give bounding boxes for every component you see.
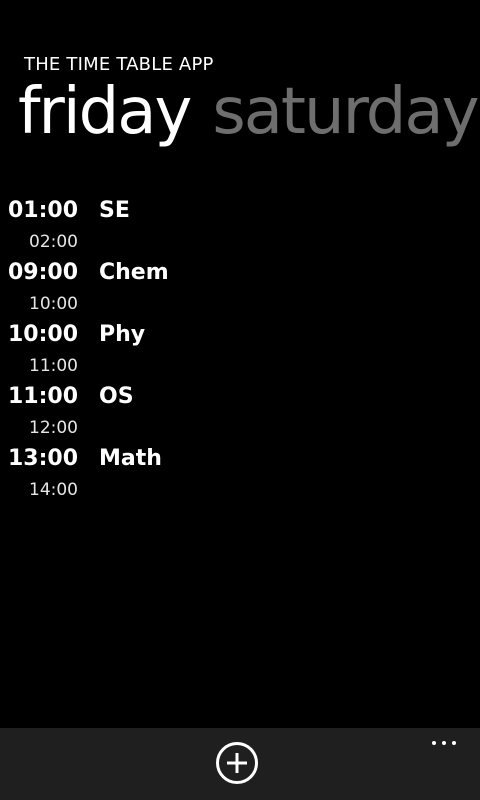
add-button[interactable] — [216, 742, 258, 784]
end-time: 10:00 — [29, 294, 78, 314]
schedule-entry[interactable]: 01:00 SE 02:00 — [0, 196, 480, 258]
subject-name: Phy — [99, 322, 146, 347]
app-bar — [0, 728, 480, 800]
ellipsis-icon — [452, 741, 456, 745]
schedule-list: 01:00 SE 02:00 09:00 Chem 10:00 10:00 Ph… — [0, 196, 480, 506]
end-time: 14:00 — [29, 480, 78, 500]
end-time: 02:00 — [29, 232, 78, 252]
start-time: 11:00 — [7, 384, 78, 409]
start-time: 09:00 — [7, 260, 78, 285]
pivot-headers: friday saturday — [18, 80, 480, 170]
schedule-entry[interactable]: 11:00 OS 12:00 — [0, 382, 480, 444]
schedule-entry[interactable]: 09:00 Chem 10:00 — [0, 258, 480, 320]
start-time: 01:00 — [7, 198, 78, 223]
subject-name: OS — [99, 384, 134, 409]
end-time: 12:00 — [29, 418, 78, 438]
pivot-tab-saturday[interactable]: saturday — [212, 80, 479, 144]
schedule-entry[interactable]: 10:00 Phy 11:00 — [0, 320, 480, 382]
schedule-entry[interactable]: 13:00 Math 14:00 — [0, 444, 480, 506]
more-button[interactable] — [428, 734, 460, 754]
subject-name: Math — [99, 446, 162, 471]
start-time: 13:00 — [7, 446, 78, 471]
start-time: 10:00 — [7, 322, 78, 347]
end-time: 11:00 — [29, 356, 78, 376]
ellipsis-icon — [442, 741, 446, 745]
ellipsis-icon — [432, 741, 436, 745]
subject-name: Chem — [99, 260, 169, 285]
subject-name: SE — [99, 198, 130, 223]
add-circle-icon — [227, 753, 247, 773]
app-title: THE TIME TABLE APP — [24, 54, 214, 75]
pivot-tab-friday[interactable]: friday — [18, 80, 192, 144]
